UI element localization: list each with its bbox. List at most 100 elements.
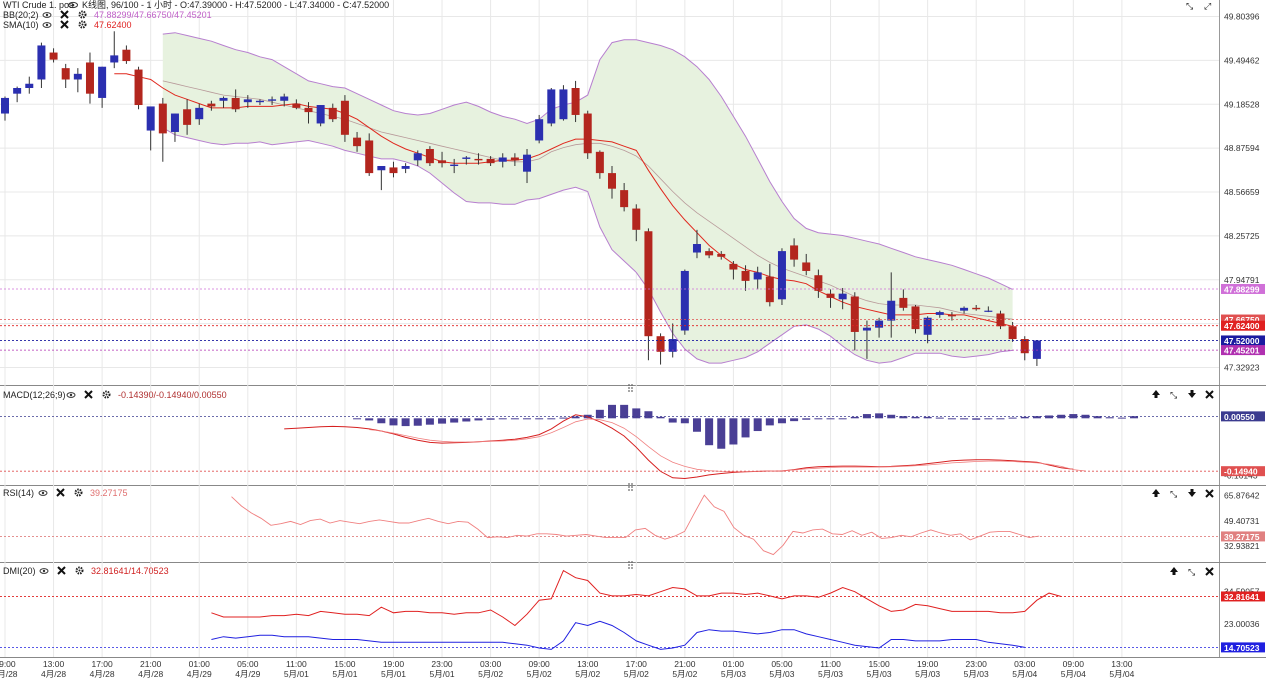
gear-icon[interactable] xyxy=(74,488,83,497)
candle-body xyxy=(1008,326,1017,340)
candle-body xyxy=(134,69,143,106)
macd-histogram-bar xyxy=(850,416,859,419)
candle[interactable] xyxy=(377,166,386,191)
candle[interactable] xyxy=(777,248,786,305)
candle[interactable] xyxy=(1,96,9,121)
candle[interactable] xyxy=(61,63,70,89)
candle-body xyxy=(73,73,82,80)
eye-icon[interactable] xyxy=(42,22,52,28)
pane-up-icon[interactable] xyxy=(1152,390,1160,398)
candle[interactable] xyxy=(389,161,398,178)
pane-up-icon[interactable] xyxy=(1152,489,1160,497)
eye-icon[interactable] xyxy=(66,392,76,398)
collapse-arrows-icon[interactable]: ⤡ xyxy=(1170,489,1177,499)
candle-body xyxy=(595,151,604,174)
candle-body xyxy=(680,270,689,331)
macd-histogram-bar xyxy=(535,418,544,420)
candle[interactable] xyxy=(316,105,325,127)
candle[interactable] xyxy=(559,85,568,121)
close-icon[interactable] xyxy=(1205,390,1214,399)
close-icon[interactable] xyxy=(56,488,65,497)
candle[interactable] xyxy=(73,68,82,93)
macd-histogram-bar xyxy=(559,417,568,419)
date-tick-label: 5月/04 xyxy=(1012,669,1037,679)
candle-body xyxy=(765,276,774,303)
date-tick-label: 4月/28 xyxy=(138,669,163,679)
macd-histogram-bar xyxy=(777,418,786,424)
candle-body xyxy=(790,245,799,260)
candle-body xyxy=(632,208,641,230)
sma-label: SMA(10) xyxy=(3,20,39,30)
date-tick-label: 4月/29 xyxy=(187,669,212,679)
instrument-title: WTI Crude 1. pos xyxy=(3,0,74,10)
dmi-minus-di-line xyxy=(211,620,1025,650)
candle-body xyxy=(85,62,94,94)
pane-down-icon[interactable] xyxy=(1188,390,1196,398)
candle-body xyxy=(705,251,714,256)
close-icon[interactable] xyxy=(1205,489,1214,498)
candle[interactable] xyxy=(656,333,665,365)
rsi-badge-label: 39.27175 xyxy=(1224,532,1260,542)
close-icon[interactable] xyxy=(60,20,69,29)
candle-body xyxy=(644,231,653,337)
gear-icon[interactable] xyxy=(78,20,87,29)
pane-down-icon[interactable] xyxy=(1188,489,1196,497)
candle[interactable] xyxy=(535,114,544,144)
collapse-arrows-icon[interactable]: ⤡ xyxy=(1170,390,1177,400)
candle[interactable] xyxy=(1020,336,1029,361)
candle[interactable] xyxy=(547,88,556,127)
candle[interactable] xyxy=(583,110,592,159)
candle[interactable] xyxy=(13,86,22,103)
expand-arrows-icon[interactable]: ⤢ xyxy=(1203,1,1211,11)
svg-text:⤡: ⤡ xyxy=(1170,489,1177,499)
candle[interactable] xyxy=(425,146,434,167)
close-icon[interactable] xyxy=(1205,567,1214,576)
candle[interactable] xyxy=(122,45,131,64)
date-tick-label: 5月/03 xyxy=(721,669,746,679)
eye-icon[interactable] xyxy=(38,490,48,496)
eye-icon[interactable] xyxy=(39,568,49,574)
candle[interactable] xyxy=(134,66,143,110)
price-tick-label: 48.25725 xyxy=(1224,231,1260,241)
chart-canvas[interactable]: 09:004月/2813:004月/2817:004月/2821:004月/28… xyxy=(0,0,1266,680)
candle[interactable] xyxy=(110,31,119,69)
candle-body xyxy=(401,166,410,169)
candle-body xyxy=(741,270,750,281)
candle-body xyxy=(389,167,398,174)
collapse-arrows-icon[interactable]: ⤡ xyxy=(1188,567,1195,577)
price-tick-label: 47.32923 xyxy=(1224,363,1260,373)
candle[interactable] xyxy=(1032,340,1041,366)
date-tick-label: 4月/28 xyxy=(0,669,18,679)
candle-body xyxy=(365,140,374,174)
macd-histogram-bar xyxy=(984,418,993,420)
candle[interactable] xyxy=(25,76,34,94)
candle-body xyxy=(255,100,264,103)
candle-body xyxy=(268,99,277,101)
candle[interactable] xyxy=(146,106,155,151)
candle-body xyxy=(37,45,46,80)
macd-histogram-bar xyxy=(510,418,519,420)
candle-body xyxy=(753,272,762,280)
macd-histogram-bar xyxy=(462,418,471,422)
candle[interactable] xyxy=(401,163,410,174)
candle[interactable] xyxy=(37,42,46,89)
candle-body xyxy=(49,52,58,60)
collapse-arrows-icon[interactable]: ⤡ xyxy=(1186,1,1193,11)
candle[interactable] xyxy=(158,97,167,162)
pane-up-icon[interactable] xyxy=(1170,567,1178,575)
candle[interactable] xyxy=(680,269,689,335)
close-icon[interactable] xyxy=(84,390,93,399)
macd-histogram-bar xyxy=(1020,416,1029,419)
candle-body xyxy=(13,88,22,94)
close-icon[interactable] xyxy=(57,566,66,575)
gear-icon[interactable] xyxy=(102,390,111,399)
candle[interactable] xyxy=(98,66,107,108)
macd-histogram-bar xyxy=(389,418,398,426)
gear-icon[interactable] xyxy=(75,566,84,575)
time-tick-label: 23:00 xyxy=(431,659,453,669)
drag-handle-icon[interactable] xyxy=(628,483,633,491)
macd-histogram-bar xyxy=(741,418,750,438)
candle[interactable] xyxy=(170,113,179,142)
candle-body xyxy=(474,158,483,161)
macd-histogram-bar xyxy=(923,416,932,419)
